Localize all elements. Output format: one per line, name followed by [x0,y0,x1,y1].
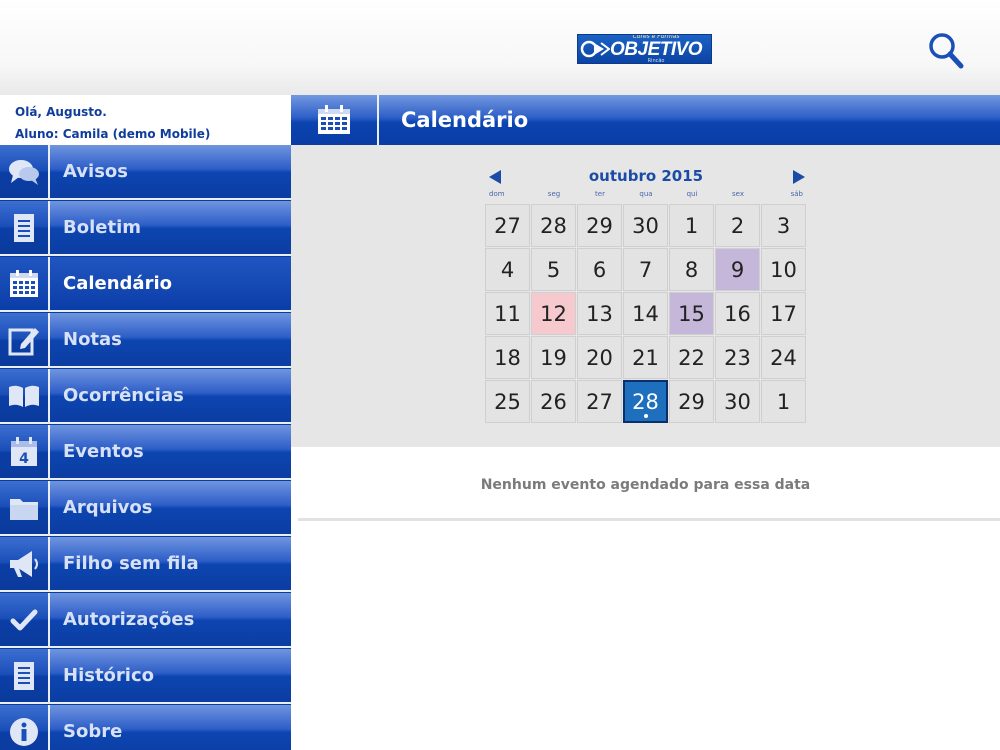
calendar-icon [10,269,38,297]
sidebar-item-label: Histórico [50,649,291,704]
next-month-button[interactable] [791,169,807,185]
school-logo: Cores e Formas OBJETIVO Rincão [577,34,712,64]
calendar-day[interactable]: 18 [485,336,530,379]
page-title: Calendário [401,108,529,132]
calendar-day[interactable]: 9 [715,248,760,291]
page-title-bar: Calendário [291,95,1000,145]
greeting-text: Olá, Augusto. [15,105,107,119]
calendar-day-selected[interactable]: 28 [623,380,668,423]
calendar-day[interactable]: 14 [623,292,668,335]
calendar-day[interactable]: 27 [485,204,530,247]
weekday-label: sex [732,190,744,198]
calendar-day[interactable]: 4 [485,248,530,291]
event-indicator-dot [643,414,648,418]
sidebar-item-label: Notas [50,313,291,368]
calendar-day[interactable]: 30 [623,204,668,247]
sidebar-item-eventos[interactable]: 4 Eventos [0,425,291,480]
weekday-row: dom seg ter qua qui sex sáb [485,190,807,198]
arrow-right-icon [793,170,805,184]
sidebar-item-label: Boletim [50,201,291,256]
search-button[interactable] [926,31,966,71]
calendar-icon [318,105,350,134]
history-document-icon [14,661,34,690]
weekday-label: dom [489,190,505,198]
calendar-day[interactable]: 7 [623,248,668,291]
sidebar-item-arquivos[interactable]: Arquivos [0,481,291,536]
divider [298,518,1000,521]
svg-text:4: 4 [19,451,29,467]
megaphone-icon [10,550,38,577]
calendar-day[interactable]: 11 [485,292,530,335]
calendar-day[interactable]: 29 [669,380,714,423]
sidebar-item-label: Calendário [50,257,291,312]
calendar-grid: 27 28 29 30 1 2 3 4 5 6 7 8 9 10 11 12 13 14 15 16 17 18 19 20 2… [485,204,807,424]
calendar-day[interactable]: 29 [577,204,622,247]
calendar-day[interactable]: 15 [669,292,714,335]
open-book-icon [9,385,39,407]
weekday-label: ter [595,190,605,198]
calendar-day[interactable]: 10 [761,248,806,291]
sidebar-item-ocorrencias[interactable]: Ocorrências [0,369,291,424]
sidebar-item-label: Sobre [50,705,291,750]
weekday-label: sáb [790,190,803,198]
calendar-day[interactable]: 1 [669,204,714,247]
calendar-day[interactable]: 30 [715,380,760,423]
weekday-label: seg [547,190,561,198]
calendar-day[interactable]: 19 [531,336,576,379]
chat-bubbles-icon [9,159,39,185]
sidebar-menu: Avisos Boletim Calendário Notas Ocorrênc… [0,145,291,750]
calendar-day[interactable]: 28 [531,204,576,247]
no-events-message: Nenhum evento agendado para essa data [480,477,811,493]
edit-note-icon [8,327,39,355]
sidebar-item-label: Avisos [50,145,291,200]
calendar-day[interactable]: 2 [715,204,760,247]
sidebar-item-notas[interactable]: Notas [0,313,291,368]
sidebar-item-boletim[interactable]: Boletim [0,201,291,256]
sidebar-item-filho-sem-fila[interactable]: Filho sem fila [0,537,291,592]
sidebar-item-label: Filho sem fila [50,537,291,592]
folder-icon [10,498,38,520]
sidebar-item-autorizacoes[interactable]: Autorizações [0,593,291,648]
calendar-day[interactable]: 25 [485,380,530,423]
sidebar-item-label: Eventos [50,425,291,480]
calendar-day[interactable]: 12 [531,292,576,335]
student-name-text: Aluno: Camila (demo Mobile) [15,127,211,141]
search-icon [929,33,964,69]
calendar-day[interactable]: 1 [761,380,806,423]
top-header: Cores e Formas OBJETIVO Rincão [0,0,1000,95]
sidebar-item-sobre[interactable]: Sobre [0,705,291,750]
month-title: outubro 2015 [588,167,704,185]
sidebar-item-label: Autorizações [50,593,291,648]
calendar-day[interactable]: 20 [577,336,622,379]
sidebar-item-calendario[interactable]: Calendário [0,257,291,312]
calendar-day[interactable]: 26 [531,380,576,423]
sidebar-item-label: Arquivos [50,481,291,536]
logo-title: OBJETIVO [610,39,703,60]
calendar-day[interactable]: 22 [669,336,714,379]
document-icon [14,213,34,242]
calendar-panel: outubro 2015 dom seg ter qua qui sex sáb… [291,145,1000,447]
calendar-day[interactable]: 8 [669,248,714,291]
calendar-day[interactable]: 3 [761,204,806,247]
user-info: Olá, Augusto. Aluno: Camila (demo Mobile… [0,95,291,145]
calendar-day[interactable]: 6 [577,248,622,291]
sidebar-item-historico[interactable]: Histórico [0,649,291,704]
calendar-day[interactable]: 17 [761,292,806,335]
calendar-day[interactable]: 23 [715,336,760,379]
weekday-label: qua [639,190,653,198]
sidebar-item-label: Ocorrências [50,369,291,424]
calendar-day[interactable]: 5 [531,248,576,291]
checkmark-icon [10,609,38,630]
sidebar-item-avisos[interactable]: Avisos [0,145,291,200]
weekday-label: qui [686,190,698,198]
calendar-day[interactable]: 16 [715,292,760,335]
logo-location: Rincão [647,58,665,64]
calendar-day[interactable]: 24 [761,336,806,379]
calendar-day[interactable]: 13 [577,292,622,335]
logo-mark-icon [578,35,612,63]
info-icon [10,717,38,746]
calendar-day[interactable]: 27 [577,380,622,423]
calendar-day[interactable]: 21 [623,336,668,379]
event-calendar-icon: 4 [11,436,37,467]
